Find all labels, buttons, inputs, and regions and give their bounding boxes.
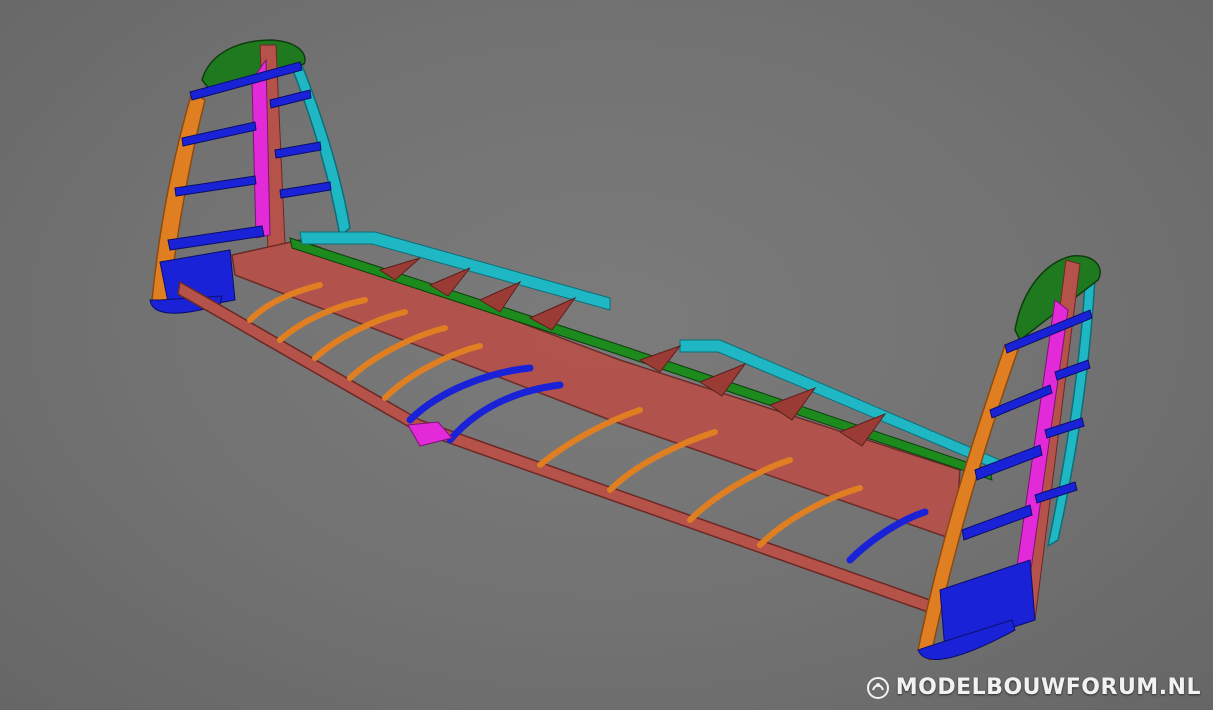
left-fin-rib — [279, 181, 332, 199]
watermark: MODELBOUWFORUM.NL — [866, 675, 1201, 700]
forum-logo-icon — [866, 676, 889, 699]
stabilizer — [177, 231, 1001, 614]
rib — [537, 407, 643, 468]
left-fin-rib — [274, 141, 322, 159]
watermark-text: MODELBOUWFORUM.NL — [895, 675, 1201, 700]
tail-assembly-render — [149, 39, 1101, 662]
render-viewport: MODELBOUWFORUM.NL — [0, 0, 1213, 710]
left-fin-rib — [167, 225, 265, 251]
root-rib — [846, 508, 929, 564]
